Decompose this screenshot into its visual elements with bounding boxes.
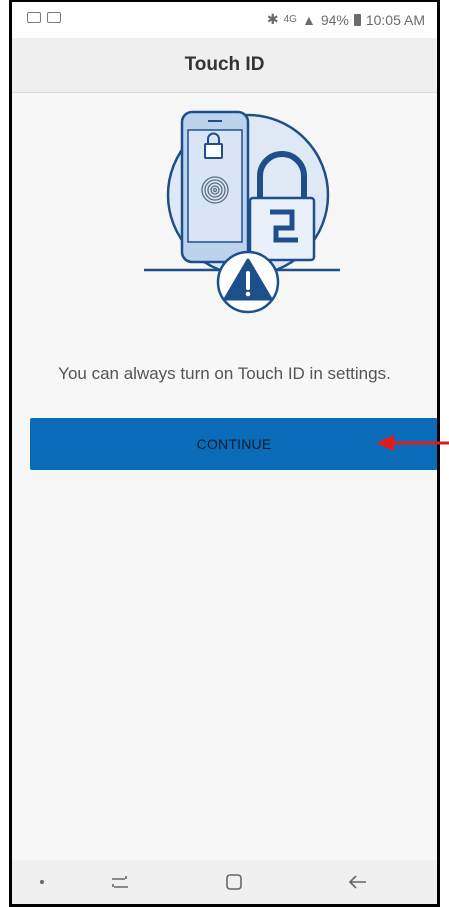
battery-percent: 94% [320, 11, 349, 28]
image-notification-icon [47, 12, 61, 23]
page-title: Touch ID [184, 54, 265, 75]
dot-icon [40, 880, 44, 884]
info-message: You can always turn on Touch ID in setti… [58, 364, 391, 383]
mail-notification-icon [27, 12, 41, 23]
continue-button-label: CONTINUE [196, 436, 272, 452]
home-icon[interactable] [222, 870, 246, 894]
network-type: 4G [283, 14, 297, 25]
battery-icon [353, 13, 361, 26]
app-bar: Touch ID [12, 38, 437, 93]
signal-icon: ▲ [301, 11, 316, 28]
status-notifications [27, 12, 61, 23]
clock: 10:05 AM [365, 11, 425, 28]
red-arrow-annotation [376, 435, 449, 451]
back-icon[interactable] [346, 870, 370, 894]
recent-apps-icon[interactable] [108, 870, 132, 894]
system-nav-bar [12, 860, 437, 904]
status-bar: ✱ 4G ▲ 94% 10:05 AM [12, 2, 437, 38]
bluetooth-icon: ✱ [266, 11, 279, 27]
touch-id-warning-illustration [144, 110, 340, 314]
status-indicators: ✱ 4G ▲ 94% 10:05 AM [267, 11, 425, 28]
